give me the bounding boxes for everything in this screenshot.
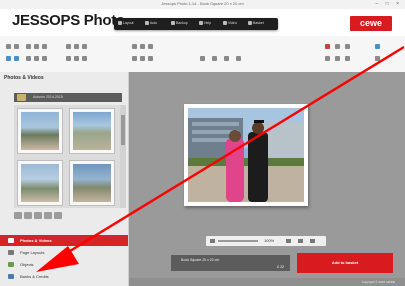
help-icon [199,21,203,25]
photo-thumbnail[interactable] [69,108,115,154]
video-icon [223,21,227,25]
photo-thumbnail[interactable] [17,108,63,154]
zoom-out-icon[interactable] [335,56,340,61]
rotate-icon[interactable] [42,56,47,61]
photo-thumbnail[interactable] [69,160,115,206]
underline-icon[interactable] [82,44,87,49]
brand-logo: JESSOPS Photo [12,12,125,29]
nav-banks-credits[interactable]: Banks & Credits [0,271,128,282]
delete-icon[interactable] [325,44,330,49]
thumbnail-image [73,164,111,202]
objects-icon [8,262,14,267]
bold-icon[interactable] [66,44,71,49]
size-icon[interactable] [74,56,79,61]
zoom-out-icon[interactable] [210,239,215,243]
add-page-icon[interactable] [6,56,11,61]
nav-objects[interactable]: Objects [0,259,128,270]
layout-icon [8,250,14,255]
copy-icon[interactable] [34,44,39,49]
thumbnail-scrollbar[interactable] [120,105,126,208]
product-name: Book Square 20 x 20 cm [181,258,220,262]
thumbnail-image [73,112,111,150]
effects-icon[interactable] [200,56,205,61]
grid-icon[interactable] [26,56,31,61]
fit-icon[interactable] [345,56,350,61]
layer-down-icon[interactable] [140,56,145,61]
sidebar-tools [14,212,94,220]
thumbnail-image [21,112,59,150]
basket-button[interactable]: Basket [248,21,272,27]
backup-button[interactable]: Backup [171,21,195,27]
photo-thumbnail[interactable] [17,160,63,206]
layer-up-icon[interactable] [132,56,137,61]
align-icon[interactable] [34,56,39,61]
undo-icon[interactable] [6,44,11,49]
thumbnail-image [21,164,59,202]
align-right-icon[interactable] [148,44,153,49]
couple-photo [188,108,304,202]
scrollbar-thumb[interactable] [121,115,125,145]
backup-icon [171,21,175,25]
align-center-icon[interactable] [140,44,145,49]
zoom-in-icon[interactable] [325,56,330,61]
main-toolbar: Layout Auto Backup Help Video Basket [114,18,278,30]
sort-icon[interactable] [14,212,22,219]
align-left-icon[interactable] [132,44,137,49]
settings-icon[interactable] [375,56,380,61]
thumbnail-grid [14,105,120,208]
sidebar-title: Photos & Videos [4,75,44,81]
filter-icon[interactable] [24,212,32,219]
auto-button[interactable]: Auto [145,21,169,27]
nav-page-layouts[interactable]: Page Layouts [0,247,128,258]
copyright-text: Copyright © 2015 CEWE [361,280,395,284]
layout-icon [118,21,122,25]
preview-icon[interactable] [335,44,340,49]
globe-icon[interactable] [375,44,380,49]
nav-photos-videos[interactable]: Photos & Videos [0,235,128,246]
italic-icon[interactable] [74,44,79,49]
add-to-basket-button[interactable]: Add to basket [297,253,393,273]
help-button[interactable]: Help [199,21,223,27]
fit-page-icon[interactable] [286,239,291,243]
product-price: £ 22 [277,265,284,269]
basket-icon [248,21,252,25]
grid-view-icon[interactable] [44,212,52,219]
status-bar: Copyright © 2015 CEWE [129,278,405,286]
folder-selector[interactable]: Autumn 2014-2015 [14,93,122,102]
auto-icon [145,21,149,25]
delete-page-icon[interactable] [14,56,19,61]
zoom-bar[interactable]: 100% [206,236,326,246]
color-icon[interactable] [82,56,87,61]
video-button[interactable]: Video [223,21,247,27]
cut-icon[interactable] [26,44,31,49]
folder-icon [17,94,26,101]
layout-button[interactable]: Layout [118,21,142,27]
crop-icon[interactable] [148,56,153,61]
list-view-icon[interactable] [54,212,62,219]
paste-icon[interactable] [42,44,47,49]
cewe-logo: cewe [350,16,392,31]
zoom-slider[interactable] [218,240,258,242]
window-controls[interactable]: – □ × [376,1,403,7]
redo-icon[interactable] [14,44,19,49]
border-icon[interactable] [212,56,217,61]
price-box: Book Square 20 x 20 cm £ 22 [171,255,290,271]
view-icon[interactable] [34,212,42,219]
font-icon[interactable] [66,56,71,61]
folder-name: Autumn 2014-2015 [33,95,63,99]
window-title: Jessops Photo 1.14 - Book Square 20 x 20… [161,1,244,6]
print-icon[interactable] [345,44,350,49]
credits-icon [8,274,14,279]
shadow-icon[interactable] [224,56,229,61]
page-photo[interactable] [188,108,304,202]
ribbon-toolbar [0,36,405,73]
photos-icon [8,238,14,243]
fullscreen-icon[interactable] [310,239,315,243]
zoom-label: 100% [264,238,275,243]
title-bar: Jessops Photo 1.14 - Book Square 20 x 20… [0,0,405,9]
opacity-icon[interactable] [236,56,241,61]
two-page-icon[interactable] [298,239,303,243]
